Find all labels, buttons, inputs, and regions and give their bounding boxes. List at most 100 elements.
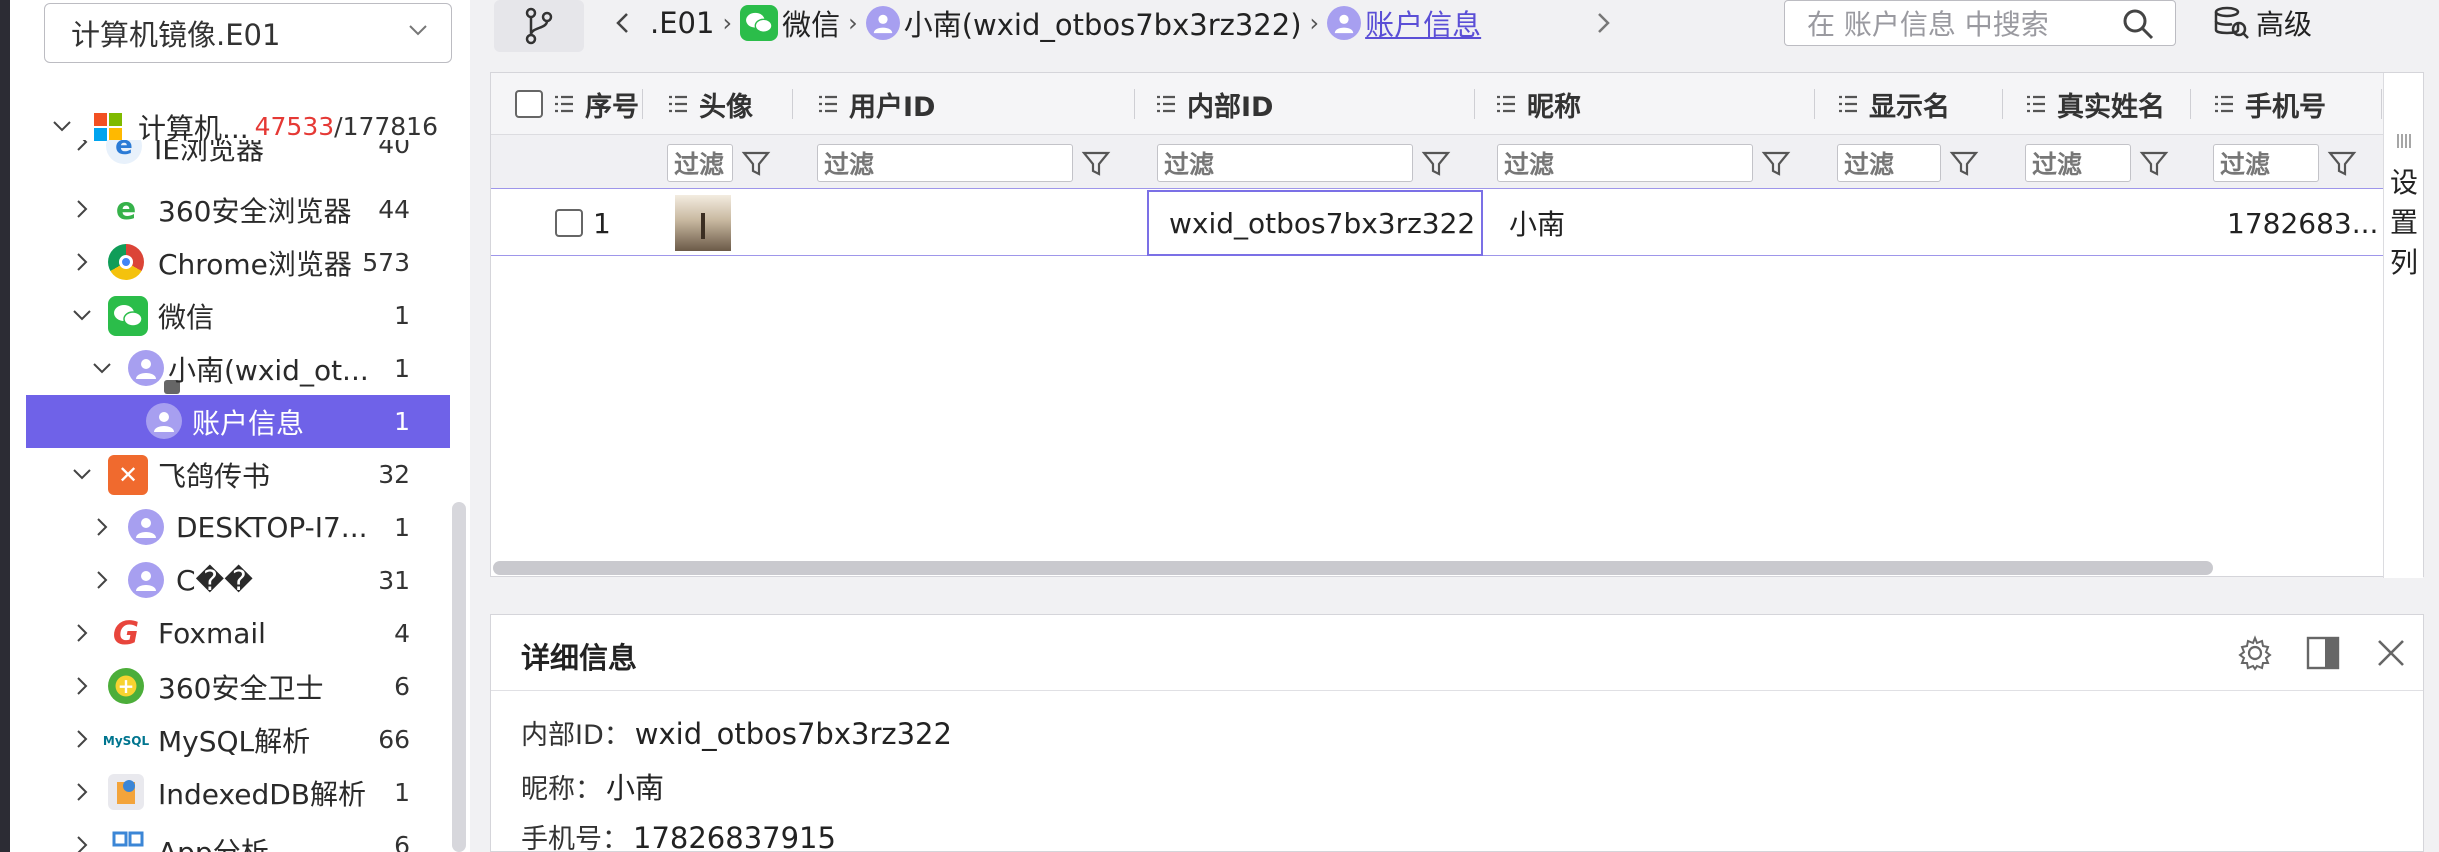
filter-icon[interactable] bbox=[2139, 148, 2169, 178]
column-divider[interactable] bbox=[2002, 89, 2003, 119]
column-divider[interactable] bbox=[1134, 89, 1135, 119]
filter-icon[interactable] bbox=[741, 148, 771, 178]
nickname-cell[interactable]: 小南 bbox=[1509, 190, 1809, 256]
tree-node-indexeddb[interactable]: IndexedDB解析 1 bbox=[26, 766, 450, 819]
column-divider[interactable] bbox=[1814, 89, 1815, 119]
tree-node-label: IndexedDB解析 bbox=[158, 777, 366, 811]
column-header-nickname[interactable]: 昵称 bbox=[1495, 73, 1695, 135]
filter-input[interactable]: 过滤 bbox=[2213, 144, 2319, 182]
chevron-down-icon[interactable] bbox=[70, 462, 94, 486]
tree-node-feige[interactable]: ✕ 飞鸽传书 32 bbox=[26, 448, 450, 501]
column-settings-panel[interactable]: 设 置 列 bbox=[2383, 73, 2423, 578]
close-icon[interactable] bbox=[2373, 635, 2409, 671]
column-header-user-id[interactable]: 用户ID bbox=[817, 73, 1017, 135]
foxmail-icon: G bbox=[108, 614, 144, 652]
filter-input[interactable]: 过滤 bbox=[1157, 144, 1413, 182]
field-value: wxid_otbos7bx3rz322 bbox=[634, 717, 952, 751]
chevron-right-icon[interactable] bbox=[90, 568, 114, 592]
column-header-index[interactable]: 序号 bbox=[553, 73, 649, 135]
tree-node-app[interactable]: App分析 6 bbox=[26, 819, 450, 852]
search-icon[interactable] bbox=[2121, 7, 2155, 41]
real-name-cell[interactable] bbox=[2025, 190, 2185, 256]
filter-input[interactable]: 过滤 bbox=[817, 144, 1073, 182]
tree-node-mysql[interactable]: MySQL MySQL解析 66 bbox=[26, 713, 450, 766]
filter-icon[interactable] bbox=[2327, 148, 2357, 178]
tree-node-foxmail[interactable]: G Foxmail 4 bbox=[26, 607, 450, 660]
user-id-cell[interactable] bbox=[801, 190, 1131, 256]
filter-input[interactable]: 过滤 bbox=[667, 144, 733, 182]
tree-node-ie[interactable]: e IE浏览器 40 bbox=[26, 140, 450, 170]
tree-node-360-browser[interactable]: e 360安全浏览器 44 bbox=[26, 183, 450, 236]
person-icon bbox=[128, 509, 164, 545]
tree-node-c-garbled[interactable]: C�� 31 bbox=[26, 554, 450, 607]
chevron-down-icon[interactable] bbox=[70, 303, 94, 327]
column-header-label: 序号 bbox=[585, 91, 639, 123]
column-header-internal-id[interactable]: 内部ID bbox=[1155, 73, 1355, 135]
tree-node-count: 31 bbox=[378, 566, 410, 595]
chevron-right-icon[interactable] bbox=[70, 674, 94, 698]
tree-node-account-info[interactable]: 账户信息 1 bbox=[26, 395, 450, 448]
filter-icon[interactable] bbox=[1761, 148, 1791, 178]
filter-icon[interactable] bbox=[1081, 148, 1111, 178]
field-label: 手机号： bbox=[521, 824, 629, 852]
breadcrumb-item-account[interactable]: 小南(wxid_otbos7bx3rz322) bbox=[865, 2, 1302, 44]
chevron-right-icon[interactable] bbox=[70, 780, 94, 804]
tree-node-wechat[interactable]: 微信 1 bbox=[26, 289, 450, 342]
case-select[interactable]: 计算机镜像.E01 bbox=[44, 3, 452, 63]
column-header-display-name[interactable]: 显示名 bbox=[1837, 73, 1987, 135]
column-divider[interactable] bbox=[2381, 89, 2382, 119]
filter-input[interactable]: 过滤 bbox=[1837, 144, 1941, 182]
chevron-right-icon[interactable] bbox=[70, 727, 94, 751]
chevron-right-icon[interactable] bbox=[70, 833, 94, 852]
chevron-down-icon[interactable] bbox=[90, 356, 114, 380]
display-name-cell[interactable] bbox=[1837, 190, 1997, 256]
breadcrumb-item-current[interactable]: 账户信息 bbox=[1327, 2, 1481, 44]
column-divider[interactable] bbox=[2190, 89, 2191, 119]
chevron-right-icon[interactable] bbox=[70, 140, 94, 154]
column-divider[interactable] bbox=[792, 89, 793, 119]
tree-node-desktop[interactable]: DESKTOP-I7... 1 bbox=[26, 501, 450, 554]
column-divider[interactable] bbox=[642, 89, 643, 119]
column-header-real-name[interactable]: 真实姓名 bbox=[2025, 73, 2185, 135]
breadcrumb-item[interactable]: .E01 bbox=[650, 6, 714, 40]
sidebar-scrollbar[interactable] bbox=[452, 502, 466, 852]
grid-horizontal-scrollbar[interactable] bbox=[493, 561, 2213, 575]
chevron-right-icon[interactable] bbox=[70, 250, 94, 274]
gear-icon[interactable] bbox=[2237, 635, 2273, 671]
chevron-right-icon[interactable] bbox=[90, 515, 114, 539]
column-divider[interactable] bbox=[1474, 89, 1475, 119]
filter-icon[interactable] bbox=[1421, 148, 1451, 178]
chevron-down-icon[interactable] bbox=[50, 114, 74, 138]
row-checkbox[interactable] bbox=[555, 209, 583, 237]
internal-id-cell[interactable]: wxid_otbos7bx3rz322 bbox=[1147, 190, 1483, 256]
back-arrow-icon[interactable] bbox=[608, 8, 638, 38]
item-count-red: 47533 bbox=[254, 112, 335, 141]
table-row[interactable]: 1 wxid_otbos7bx3rz322 小南 1782683... bbox=[491, 190, 2423, 256]
breadcrumb-item-wechat[interactable]: 微信 bbox=[740, 2, 840, 44]
column-menu-icon bbox=[1497, 95, 1515, 113]
avatar[interactable] bbox=[675, 195, 731, 251]
tree-node-label: Chrome浏览器 bbox=[158, 247, 352, 281]
chevron-right-icon[interactable] bbox=[70, 197, 94, 221]
split-panel-icon[interactable] bbox=[2305, 635, 2341, 671]
search-input[interactable]: 在 账户信息 中搜索 bbox=[1784, 0, 2176, 46]
forward-arrow-icon[interactable] bbox=[1588, 8, 1618, 38]
filter-phone: 过滤 bbox=[2213, 143, 2357, 183]
filter-input[interactable]: 过滤 bbox=[1497, 144, 1753, 182]
tree-node-wechat-account[interactable]: 小南(wxid_ot... 1 bbox=[26, 342, 450, 395]
column-header-phone[interactable]: 手机号 bbox=[2213, 73, 2373, 135]
select-all-checkbox[interactable] bbox=[515, 90, 543, 118]
filter-input[interactable]: 过滤 bbox=[2025, 144, 2131, 182]
phone-value: 1782683... bbox=[2227, 206, 2377, 240]
tree-node-count: 32 bbox=[378, 460, 410, 489]
branch-button[interactable] bbox=[494, 0, 584, 52]
phone-cell[interactable]: 1782683... bbox=[2227, 190, 2377, 256]
column-header-avatar[interactable]: 头像 bbox=[667, 73, 777, 135]
wechat-icon bbox=[740, 5, 779, 41]
tree-node-chrome[interactable]: Chrome浏览器 573 bbox=[26, 236, 450, 289]
breadcrumb-separator: › bbox=[1309, 9, 1320, 37]
filter-icon[interactable] bbox=[1949, 148, 1979, 178]
advanced-search-button[interactable]: 高级 bbox=[2212, 0, 2332, 46]
tree-node-360-guard[interactable]: + 360安全卫士 6 bbox=[26, 660, 450, 713]
chevron-right-icon[interactable] bbox=[70, 621, 94, 645]
